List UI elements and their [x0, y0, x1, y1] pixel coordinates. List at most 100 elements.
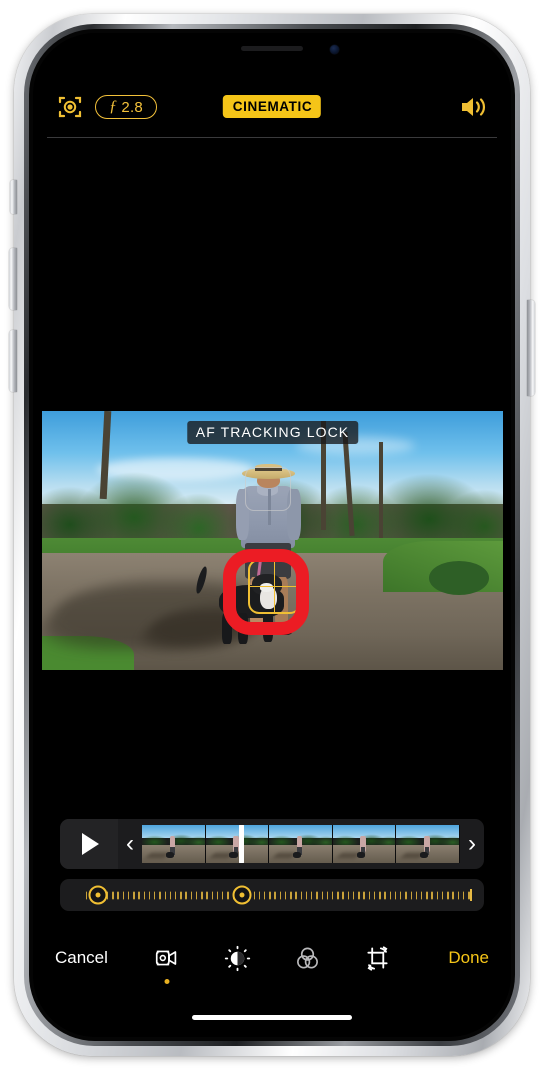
face-detection-box[interactable]: [244, 466, 292, 512]
focus-tick: [216, 891, 219, 899]
focus-tick: [127, 891, 130, 899]
focus-tick: [347, 891, 350, 899]
play-triangle-icon: [82, 833, 99, 855]
focus-tick: [269, 891, 271, 899]
focus-tick: [253, 891, 255, 899]
shrub: [429, 561, 490, 595]
focus-tick: [400, 891, 402, 899]
focus-tick: [431, 891, 433, 899]
focus-tick: [457, 891, 460, 899]
focus-tick: [159, 891, 161, 899]
focus-tick: [447, 891, 449, 899]
focus-tick: [206, 891, 208, 899]
playhead-scrubber[interactable]: [238, 825, 244, 863]
cancel-button[interactable]: Cancel: [55, 948, 108, 968]
focus-tick: [337, 891, 339, 899]
editor-tool-group: [152, 943, 392, 984]
focus-tick: [389, 891, 391, 899]
focus-tick: [143, 891, 145, 899]
focus-tick: [462, 891, 465, 899]
video-preview[interactable]: AF TRACKING LOCK: [42, 411, 503, 670]
focus-tick: [185, 891, 187, 899]
focus-tick: [384, 891, 386, 899]
focus-tick: [373, 891, 376, 899]
focus-keyframe-1[interactable]: [88, 885, 108, 905]
focus-keyframe-track[interactable]: [60, 879, 484, 911]
focus-tick: [180, 891, 182, 899]
focus-tick: [342, 891, 344, 899]
filmstrip-frame[interactable]: [142, 825, 206, 863]
focus-tick: [352, 891, 355, 899]
focus-keyframe-2[interactable]: [232, 885, 252, 905]
focus-tick: [300, 891, 302, 899]
cinematic-top-bar: ƒ 2.8 CINEMATIC: [33, 85, 511, 131]
focus-tick: [441, 891, 444, 899]
top-bar-divider: [47, 137, 497, 138]
home-indicator[interactable]: [192, 1015, 352, 1020]
focus-tick-marks: [86, 891, 470, 900]
volume-down-button[interactable]: [9, 330, 17, 392]
ringer-switch-button[interactable]: [10, 180, 17, 214]
focus-tick: [154, 891, 156, 899]
focus-tick: [368, 891, 371, 899]
focus-tick: [201, 891, 203, 899]
focus-tick: [174, 891, 177, 899]
focus-tick: [316, 891, 318, 899]
focus-tick: [415, 891, 418, 899]
focus-tick: [148, 891, 151, 899]
focus-tick: [86, 891, 88, 899]
focus-tick: [211, 891, 214, 899]
focus-tick: [164, 891, 166, 899]
focus-tick: [138, 891, 140, 899]
filmstrip-frame[interactable]: [332, 825, 397, 863]
front-camera-lens-icon: [330, 45, 339, 54]
filmstrip-frame[interactable]: [205, 825, 270, 863]
focus-tick: [326, 891, 329, 899]
focus-tick: [263, 891, 266, 899]
focus-tick: [195, 891, 198, 899]
screenshot-root: ƒ 2.8 CINEMATIC AF TRACKING LOCK ‹ › Can…: [0, 0, 544, 1080]
focus-tick: [405, 891, 407, 899]
cinematic-mode-badge[interactable]: CINEMATIC: [222, 95, 322, 118]
track-end-marker: [470, 889, 472, 901]
power-button[interactable]: [527, 300, 535, 396]
focus-tick: [358, 891, 360, 899]
trim-handle-left[interactable]: ‹: [118, 819, 142, 869]
video-timeline[interactable]: ‹ ›: [60, 819, 484, 869]
af-tracking-lock-label: AF TRACKING LOCK: [186, 420, 359, 444]
filters-tool-button[interactable]: [292, 943, 322, 973]
focus-tick: [295, 891, 297, 899]
play-button[interactable]: [60, 819, 118, 869]
focus-tick: [421, 891, 423, 899]
depth-focus-icon[interactable]: [56, 93, 84, 121]
volume-up-button[interactable]: [9, 248, 17, 310]
filmstrip-frame[interactable]: [269, 825, 333, 863]
done-button[interactable]: Done: [448, 948, 489, 968]
focus-tick: [436, 891, 439, 899]
focus-tick: [305, 891, 308, 899]
focus-tick: [279, 891, 282, 899]
editor-action-bar: Cancel Done: [33, 931, 511, 985]
palm-trunk: [378, 442, 383, 541]
focus-tick: [321, 891, 323, 899]
crop-rotate-tool-button[interactable]: [362, 943, 392, 973]
adjust-tool-button[interactable]: [222, 943, 252, 973]
focus-tick: [284, 891, 287, 899]
filmstrip-frame[interactable]: [396, 825, 460, 863]
cinematic-video-tool-button[interactable]: [152, 943, 182, 984]
focus-tick: [122, 891, 125, 899]
aperture-badge[interactable]: ƒ 2.8: [95, 95, 158, 119]
focus-tick: [190, 891, 193, 899]
focus-tick: [222, 891, 224, 899]
filmstrip-frames[interactable]: [142, 825, 460, 863]
phone-screen: ƒ 2.8 CINEMATIC AF TRACKING LOCK ‹ › Can…: [33, 33, 511, 1037]
focus-tick: [133, 891, 135, 899]
focus-tick: [169, 891, 172, 899]
trim-handle-right[interactable]: ›: [460, 819, 484, 869]
focus-tick: [290, 891, 292, 899]
focus-tick: [452, 891, 454, 899]
focus-tick: [394, 891, 397, 899]
focus-tick: [379, 891, 381, 899]
speaker-volume-icon[interactable]: [459, 94, 489, 120]
focus-tick: [410, 891, 412, 899]
